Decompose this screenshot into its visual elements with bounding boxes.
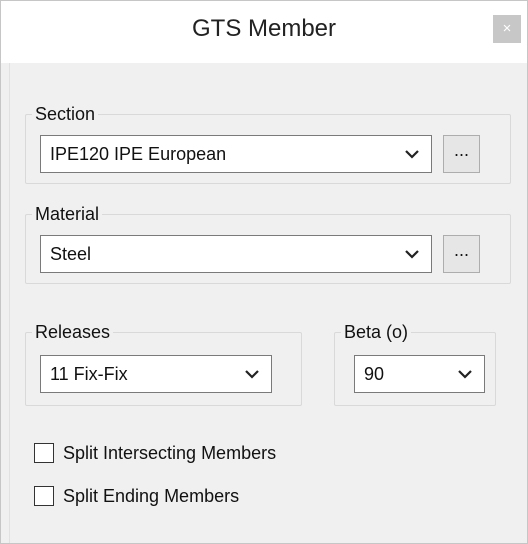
split-intersecting-option[interactable]: Split Intersecting Members [34, 443, 334, 465]
section-legend: Section [35, 104, 96, 124]
chevron-down-icon [405, 150, 419, 159]
section-browse-button[interactable]: ... [443, 135, 480, 173]
chevron-down-icon [458, 370, 472, 379]
material-legend: Material [35, 204, 100, 224]
split-ending-label: Split Ending Members [63, 486, 240, 506]
title-bar[interactable]: GTS Member × [1, 1, 527, 63]
split-intersecting-checkbox[interactable] [34, 443, 54, 463]
beta-legend: Beta (o) [344, 322, 409, 342]
split-ending-option[interactable]: Split Ending Members [34, 486, 284, 508]
material-value: Steel [50, 244, 92, 264]
chevron-down-icon [405, 250, 419, 259]
close-icon: × [502, 20, 512, 37]
close-button[interactable]: × [493, 15, 521, 43]
material-browse-button[interactable]: ... [443, 235, 480, 273]
split-intersecting-label: Split Intersecting Members [63, 443, 277, 463]
beta-dropdown[interactable]: 90 [354, 355, 485, 393]
section-value: IPE120 IPE European [50, 144, 227, 164]
window-title: GTS Member [191, 15, 337, 42]
beta-value: 90 [364, 364, 385, 384]
section-dropdown[interactable]: IPE120 IPE European [40, 135, 432, 173]
releases-value: 11 Fix-Fix [50, 364, 128, 384]
chevron-down-icon [245, 370, 259, 379]
releases-dropdown[interactable]: 11 Fix-Fix [40, 355, 272, 393]
material-dropdown[interactable]: Steel [40, 235, 432, 273]
releases-legend: Releases [35, 322, 111, 342]
split-ending-checkbox[interactable] [34, 486, 54, 506]
